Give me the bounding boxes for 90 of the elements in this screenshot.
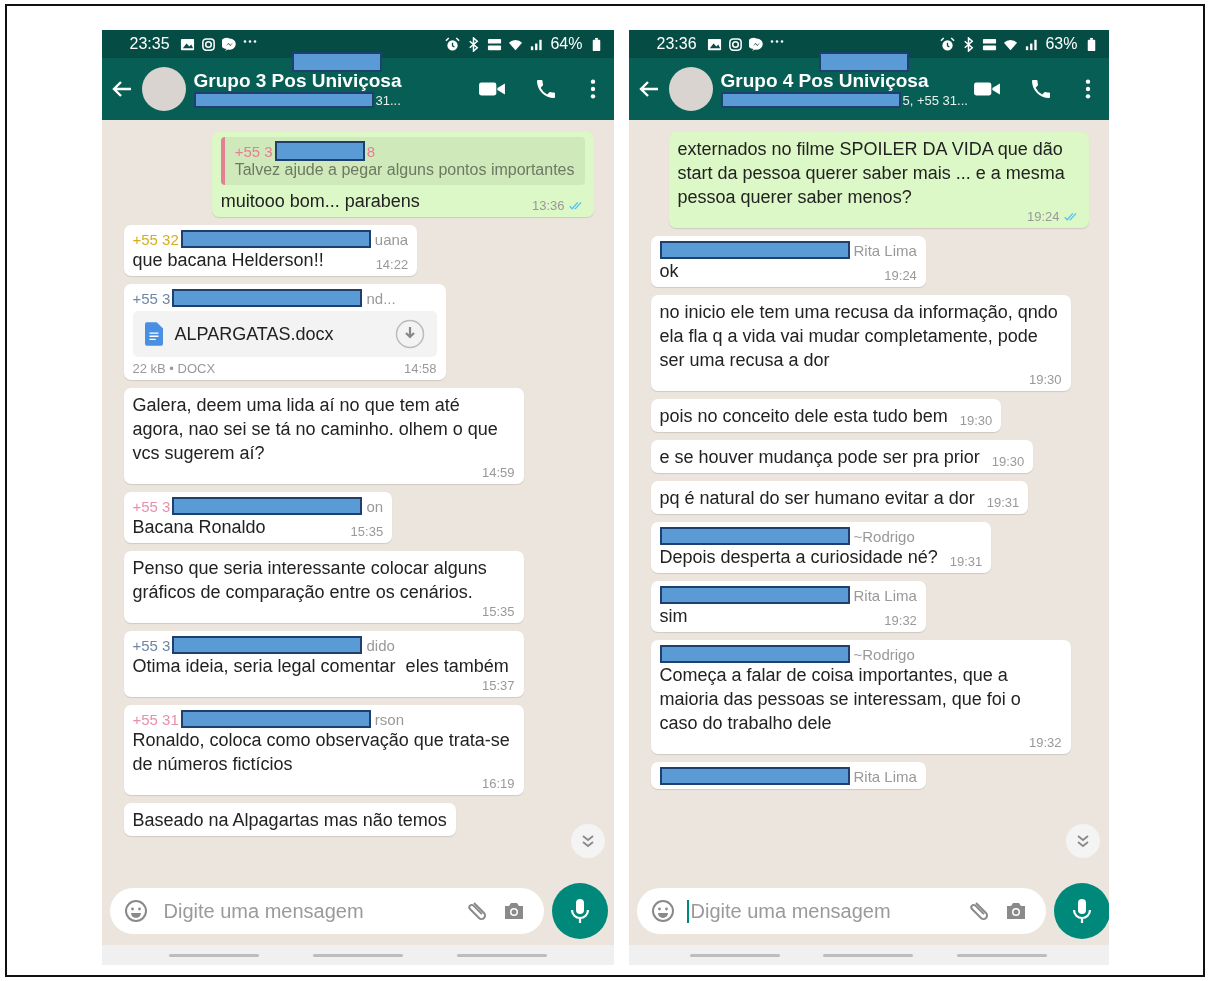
group-title[interactable]: Grupo 4 Pos Univiçosa [720,70,947,92]
message-text: Depois desperta a curiosidade né? [659,546,938,569]
microphone-button[interactable] [1053,883,1109,939]
message-time: 19:30 [991,454,1025,469]
message-text: pois no conceito dele esta tudo bem [659,405,948,428]
status-time: 23:35 [129,35,170,53]
sender-name: Rita Lima [853,586,917,604]
message-time: 19:30 [1028,372,1062,387]
emoji-icon[interactable] [123,899,148,923]
sender-name: Rita Lima [853,767,917,785]
sender-name: nd... [366,289,396,307]
sender-number: +55 3 [132,497,171,515]
message-time: 13:36 [531,198,565,213]
message-text: no inicio ele tem uma recusa da informação, qndo ela fla q a vida vai mudar completamente, pode ser uma recusa a dor [659,301,1059,372]
more-icon [242,39,257,43]
message-time: 15:35 [481,604,515,619]
group-avatar[interactable] [668,67,713,111]
scroll-down-button[interactable] [1064,823,1101,859]
scroll-down-button[interactable] [569,823,606,859]
sender-number: +55 3 [132,289,171,307]
message-text: Otima ideia, seria legal comentar eles também [132,655,509,678]
message-time: 19:32 [884,613,917,628]
sender-number: +55 3 [234,142,273,160]
message-text: muitooo bom... parabens [220,190,420,213]
sender-name: uana [374,230,409,248]
camera-app-icon [727,36,743,52]
message-field[interactable]: Digite uma mensagem [109,888,544,934]
battery-percent: 64% [550,35,583,53]
message-text: Bacana Ronaldo [132,516,266,539]
alarm-clock-icon [940,36,956,52]
menu-icon[interactable] [589,78,596,100]
message-time: 15:37 [481,678,515,693]
file-name: ALPARGATAS.docx [174,323,335,345]
message-time: 16:19 [481,776,515,791]
picture-icon [706,36,722,52]
quoted-text: Talvez ajude a pegar alguns pontos importantes [234,161,575,179]
sender-name: Rita Lima [853,241,917,259]
more-icon [769,39,784,43]
battery-percent: 63% [1045,35,1078,53]
status-time: 23:36 [656,35,697,53]
message-text: Galera, deem uma lida aí no que tem até agora, nao sei se tá no caminho. olhem o que vcs sugerem aí? [132,394,499,465]
group-title[interactable]: Grupo 3 Pos Univiçosa [193,70,452,92]
message-time: 14:58 [403,361,437,376]
message-text: externados no filme SPOILER DA VIDA que dão start da pessoa querer saber mais ... e a mesma pessoa querer saber menos? [677,138,1066,209]
sender-number: +55 31 [132,710,179,728]
message-text: Começa a falar de coisa importantes, que a maioria das pessoas se interessam, que foi o caso do trabalho dele [659,664,1022,735]
document-attachment[interactable]: ALPARGATAS.docx [132,311,437,357]
download-icon[interactable] [394,319,425,349]
message-text: sim [659,605,688,628]
sender-name: rson [374,710,404,728]
picture-icon [179,36,195,52]
sender-number: +55 3 [132,636,171,654]
message-text: Baseado na Alpagartas mas não temos [132,809,447,832]
participants-text: 5, +55 31... [902,92,968,108]
sender-name: on [366,497,384,515]
sender-name: ~Rodrigo [853,645,915,663]
group-avatar[interactable] [141,67,186,111]
message-text: que bacana Helderson!! [132,249,324,272]
sender-name: dido [366,636,395,654]
message-time: 15:35 [350,524,384,539]
message-time: 19:30 [959,413,993,428]
camera-app-icon [200,36,216,52]
message-text: e se houver mudança pode ser pra prior [659,446,980,469]
message-time: 19:32 [1028,735,1062,750]
message-time: 19:31 [949,554,983,569]
participants-text: 31... [375,92,401,108]
file-info: 22 kB • DOCX [132,361,216,376]
sender-number: +55 32 [132,230,179,248]
message-text: Penso que seria interessante colocar alguns gráficos de comparação entre os cenários. [132,557,488,604]
document-icon [144,322,163,346]
chat-bubble-icon [221,36,237,52]
sender-name: ~Rodrigo [853,527,915,545]
message-input[interactable]: Digite uma mensagem [159,899,454,923]
alarm-clock-icon [445,36,461,52]
menu-icon[interactable] [1084,78,1091,100]
message-time: 19:24 [1026,209,1060,224]
emoji-icon[interactable] [650,899,675,923]
message-time: 14:59 [481,465,515,480]
message-input[interactable]: Digite uma mensagem [686,899,956,923]
microphone-button[interactable] [551,883,608,939]
chat-bubble-icon [748,36,764,52]
message-time: 19:24 [884,268,917,283]
message-field[interactable]: Digite uma mensagem [636,888,1046,934]
message-text: ok [659,260,679,283]
message-text: pq é natural do ser humano evitar a dor [659,487,975,510]
message-time: 19:31 [986,495,1020,510]
message-time: 14:22 [375,257,409,272]
message-text: Ronaldo, coloca como observação que trata-se de números fictícios [132,729,511,776]
quoted-message[interactable]: +55 3 8 Talvez ajude a pegar alguns pontos importantes [220,137,585,185]
sender-number: 8 [366,142,376,160]
